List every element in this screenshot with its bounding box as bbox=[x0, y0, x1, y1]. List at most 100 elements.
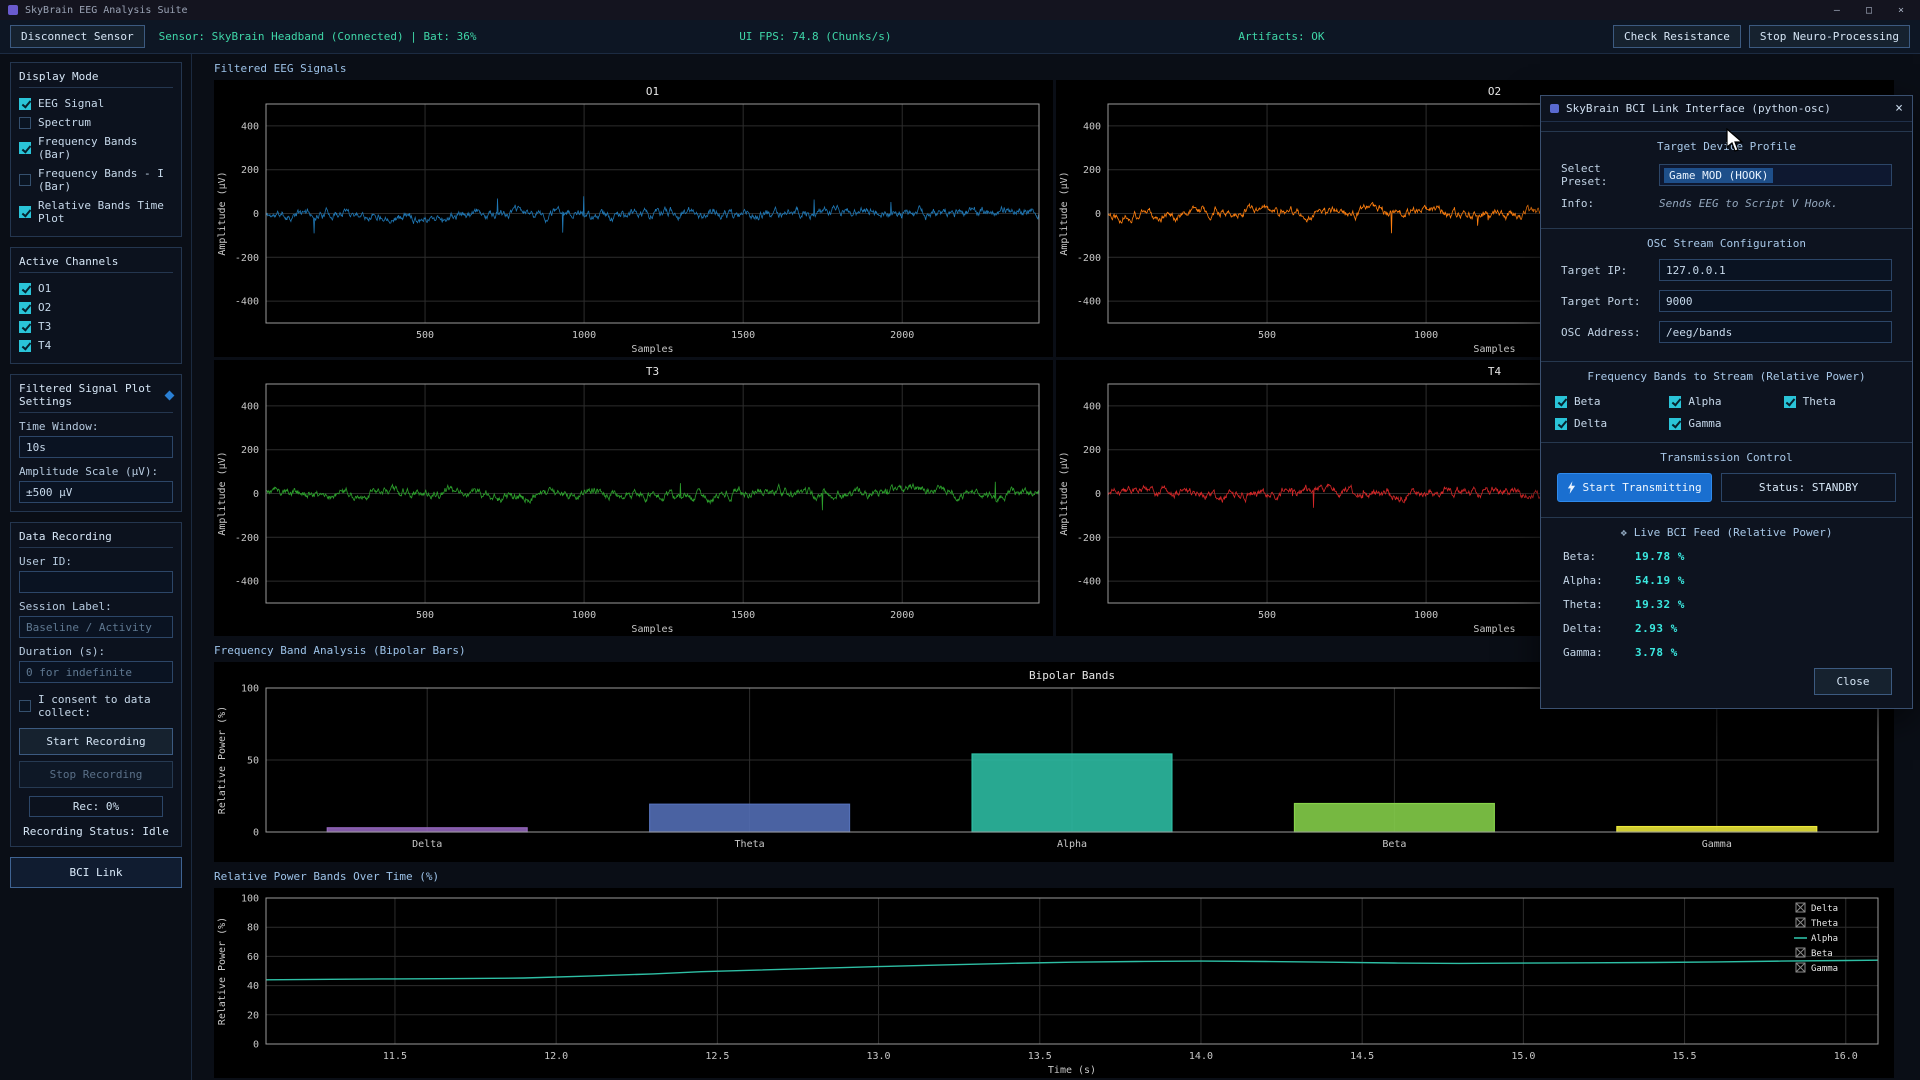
display-mode-option[interactable]: Relative Bands Time Plot bbox=[19, 196, 173, 228]
bands-to-stream-title: Frequency Bands to Stream (Relative Powe… bbox=[1541, 370, 1912, 383]
bci-link-dialog: SkyBrain BCI Link Interface (python-osc)… bbox=[1540, 95, 1913, 709]
osc-field-label: OSC Address: bbox=[1561, 326, 1653, 339]
svg-text:15.5: 15.5 bbox=[1673, 1051, 1697, 1062]
close-icon[interactable]: × bbox=[1898, 5, 1904, 16]
start-recording-button[interactable]: Start Recording bbox=[19, 728, 173, 755]
dialog-titlebar[interactable]: SkyBrain BCI Link Interface (python-osc)… bbox=[1541, 96, 1912, 122]
checkbox-icon[interactable] bbox=[19, 98, 31, 110]
recording-status: Recording Status: Idle bbox=[19, 825, 173, 838]
svg-text:-400: -400 bbox=[1076, 297, 1100, 308]
channel-option[interactable]: T3 bbox=[19, 317, 173, 336]
osc-field-input[interactable]: /eeg/bands bbox=[1659, 321, 1892, 343]
checkbox-icon[interactable] bbox=[19, 283, 31, 295]
osc-field-input[interactable]: 9000 bbox=[1659, 290, 1892, 312]
checkbox-icon[interactable] bbox=[19, 302, 31, 314]
band-option[interactable]: Alpha bbox=[1669, 392, 1783, 411]
svg-text:-400: -400 bbox=[1076, 576, 1100, 587]
check-resistance-button[interactable]: Check Resistance bbox=[1613, 25, 1741, 48]
amplitude-scale-select[interactable]: ±500 μV bbox=[19, 481, 173, 503]
preset-select[interactable]: Game MOD (HOOK) bbox=[1659, 164, 1892, 186]
svg-text:T3: T3 bbox=[646, 365, 659, 378]
stop-neuro-processing-button[interactable]: Stop Neuro-Processing bbox=[1749, 25, 1910, 48]
feed-row: Delta: 2.93 % bbox=[1541, 620, 1912, 637]
osc-field-row: Target Port: 9000 bbox=[1541, 290, 1912, 312]
svg-text:1000: 1000 bbox=[572, 330, 596, 341]
checkbox-icon[interactable] bbox=[1555, 396, 1567, 408]
channel-option[interactable]: O1 bbox=[19, 279, 173, 298]
osc-field-input[interactable]: 127.0.0.1 bbox=[1659, 259, 1892, 281]
svg-text:80: 80 bbox=[247, 923, 259, 934]
checkbox-icon[interactable] bbox=[19, 117, 31, 129]
svg-text:15.0: 15.0 bbox=[1511, 1051, 1535, 1062]
info-value: Sends EEG to Script V Hook. bbox=[1659, 197, 1838, 210]
svg-text:200: 200 bbox=[241, 445, 259, 456]
consent-label: I consent to data collect: bbox=[38, 693, 173, 719]
channel-option[interactable]: O2 bbox=[19, 298, 173, 317]
maximize-icon[interactable]: □ bbox=[1866, 5, 1872, 16]
user-id-label: User ID: bbox=[19, 555, 173, 568]
transmission-control-title: Transmission Control bbox=[1541, 451, 1912, 464]
time-window-select[interactable]: 10s bbox=[19, 436, 173, 458]
display-mode-option[interactable]: EEG Signal bbox=[19, 94, 173, 113]
disconnect-sensor-button[interactable]: Disconnect Sensor bbox=[10, 25, 145, 48]
checkbox-icon[interactable] bbox=[1669, 396, 1681, 408]
feed-band-label: Beta: bbox=[1563, 550, 1635, 563]
checkbox-label: T4 bbox=[38, 339, 51, 352]
dialog-icon bbox=[1550, 104, 1559, 113]
svg-text:O2: O2 bbox=[1487, 85, 1500, 98]
display-mode-option[interactable]: Spectrum bbox=[19, 113, 173, 132]
svg-text:0: 0 bbox=[1094, 489, 1100, 500]
checkbox-label: Frequency Bands (Bar) bbox=[38, 135, 173, 161]
band-option[interactable]: Theta bbox=[1784, 392, 1898, 411]
active-channels-panel: Active Channels O1 O2 T3 T4 bbox=[10, 247, 182, 364]
svg-text:13.0: 13.0 bbox=[867, 1051, 891, 1062]
svg-text:100: 100 bbox=[241, 894, 259, 905]
svg-text:2000: 2000 bbox=[890, 330, 914, 341]
sensor-status: Sensor: SkyBrain Headband (Connected) | … bbox=[159, 30, 477, 43]
consent-option[interactable]: I consent to data collect: bbox=[19, 690, 173, 722]
svg-text:-200: -200 bbox=[235, 253, 259, 264]
sidebar: Display Mode EEG Signal Spectrum Frequen… bbox=[0, 54, 192, 1080]
band-option[interactable]: Gamma bbox=[1669, 414, 1783, 433]
session-label-input[interactable] bbox=[19, 616, 173, 638]
checkbox-icon[interactable] bbox=[1784, 396, 1796, 408]
checkbox-label: Frequency Bands - I (Bar) bbox=[38, 167, 173, 193]
checkbox-icon[interactable] bbox=[19, 206, 31, 218]
band-label: Theta bbox=[1803, 395, 1836, 408]
user-id-input[interactable] bbox=[19, 571, 173, 593]
feed-band-label: Theta: bbox=[1563, 598, 1635, 611]
checkbox-icon[interactable] bbox=[19, 174, 31, 186]
bci-link-button[interactable]: BCI Link bbox=[10, 857, 182, 888]
feed-band-value: 19.32 % bbox=[1635, 598, 1685, 611]
band-option[interactable]: Beta bbox=[1555, 392, 1669, 411]
svg-text:O1: O1 bbox=[646, 85, 659, 98]
svg-text:Relative Power (%): Relative Power (%) bbox=[217, 917, 228, 1025]
preset-value: Game MOD (HOOK) bbox=[1664, 168, 1773, 183]
consent-checkbox-icon[interactable] bbox=[19, 700, 31, 712]
svg-text:400: 400 bbox=[241, 121, 259, 132]
band-option[interactable]: Delta bbox=[1555, 414, 1669, 433]
svg-text:Amplitude (μV): Amplitude (μV) bbox=[1059, 171, 1070, 255]
osc-field-row: OSC Address: /eeg/bands bbox=[1541, 321, 1912, 343]
app-icon bbox=[8, 5, 18, 15]
channel-option[interactable]: T4 bbox=[19, 336, 173, 355]
dialog-close-icon[interactable]: × bbox=[1895, 101, 1903, 116]
timeplot-section-title: Relative Power Bands Over Time (%) bbox=[214, 870, 1894, 883]
duration-input[interactable] bbox=[19, 661, 173, 683]
minimize-icon[interactable]: – bbox=[1834, 5, 1840, 16]
checkbox-icon[interactable] bbox=[1555, 418, 1567, 430]
checkbox-icon[interactable] bbox=[19, 340, 31, 352]
start-transmitting-button[interactable]: Start Transmitting bbox=[1557, 473, 1712, 502]
checkbox-icon[interactable] bbox=[1669, 418, 1681, 430]
dialog-close-button[interactable]: Close bbox=[1814, 668, 1892, 695]
svg-text:0: 0 bbox=[253, 1040, 259, 1051]
display-mode-option[interactable]: Frequency Bands (Bar) bbox=[19, 132, 173, 164]
stop-recording-button[interactable]: Stop Recording bbox=[19, 761, 173, 788]
display-mode-option[interactable]: Frequency Bands - I (Bar) bbox=[19, 164, 173, 196]
feed-band-value: 3.78 % bbox=[1635, 646, 1678, 659]
svg-text:Gamma: Gamma bbox=[1702, 839, 1732, 850]
svg-text:Beta: Beta bbox=[1382, 839, 1406, 850]
checkbox-icon[interactable] bbox=[19, 142, 31, 154]
checkbox-label: O2 bbox=[38, 301, 51, 314]
checkbox-icon[interactable] bbox=[19, 321, 31, 333]
